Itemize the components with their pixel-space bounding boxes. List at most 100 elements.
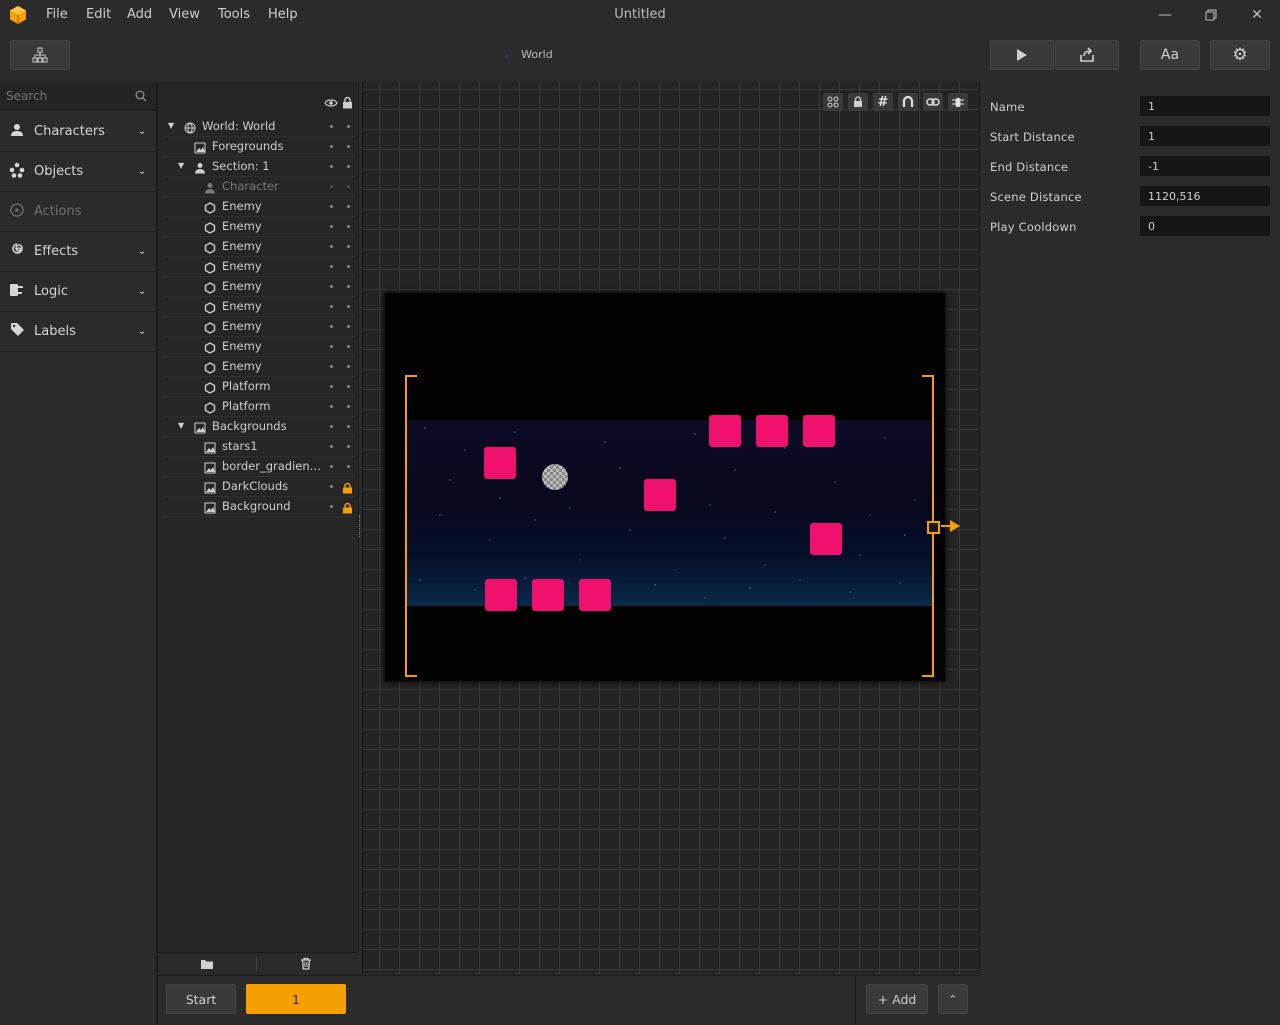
hierarchy-row[interactable]: DarkClouds (162, 476, 354, 497)
enemy-sprite[interactable] (644, 479, 676, 511)
arrow-right-icon[interactable] (941, 519, 961, 533)
hierarchy-row[interactable]: stars1 (162, 436, 354, 457)
hierarchy-row[interactable]: Background (162, 496, 354, 517)
visibility-dot[interactable] (330, 145, 333, 148)
hierarchy-row[interactable]: ▼ Section: 1 (162, 156, 354, 177)
hierarchy-row[interactable]: Enemy (162, 336, 354, 357)
expand-arrow-icon[interactable]: ▼ (178, 156, 184, 176)
visibility-dot[interactable] (330, 345, 333, 348)
lock-dot[interactable] (347, 305, 350, 308)
section-resize-handle[interactable] (927, 521, 940, 534)
visibility-dot[interactable] (330, 325, 333, 328)
hierarchy-row[interactable]: Platform (162, 376, 354, 397)
font-button[interactable]: Aa (1140, 40, 1200, 70)
lock-tool-icon[interactable] (848, 93, 868, 111)
visibility-dot[interactable] (330, 285, 333, 288)
lock-dot[interactable] (347, 285, 350, 288)
visibility-dot[interactable] (330, 365, 333, 368)
debug-icon[interactable] (948, 93, 968, 111)
platform-sprite[interactable] (532, 579, 564, 611)
hierarchy-toggle-button[interactable] (10, 40, 70, 70)
property-field-play-cooldown[interactable] (1140, 216, 1270, 236)
trash-icon[interactable] (300, 957, 312, 970)
lock-icon[interactable] (342, 480, 354, 494)
hierarchy-row[interactable]: Enemy (162, 356, 354, 377)
section-start-bracket[interactable] (405, 375, 417, 677)
lock-dot[interactable] (347, 265, 350, 268)
category-logic[interactable]: Logic ⌄ (0, 272, 156, 312)
magnet-icon[interactable] (898, 93, 918, 111)
hierarchy-row[interactable]: Enemy (162, 296, 354, 317)
lock-dot[interactable] (347, 445, 350, 448)
visibility-dot[interactable] (330, 265, 333, 268)
search-input[interactable] (6, 88, 126, 104)
hierarchy-row[interactable]: border_gradien… (162, 456, 354, 477)
hierarchy-row[interactable]: Platform (162, 396, 354, 417)
select-tool-icon[interactable] (823, 93, 843, 111)
visibility-dot[interactable] (330, 505, 333, 508)
splitter-handle[interactable] (359, 515, 363, 537)
lock-dot[interactable] (347, 465, 350, 468)
visibility-dot[interactable] (330, 225, 333, 228)
lock-dot[interactable] (347, 205, 350, 208)
visibility-dot[interactable] (330, 245, 333, 248)
lock-dot[interactable] (347, 185, 350, 188)
lock-dot[interactable] (347, 325, 350, 328)
property-field-name[interactable] (1140, 96, 1270, 116)
lock-dot[interactable] (347, 365, 350, 368)
lock-dot[interactable] (347, 145, 350, 148)
grid-icon[interactable]: # (873, 93, 893, 111)
section-1-button[interactable]: 1 (246, 984, 346, 1014)
hierarchy-row[interactable]: ▼ Backgrounds (162, 416, 354, 437)
settings-button[interactable]: ⚙ (1210, 40, 1270, 70)
enemy-sprite[interactable] (756, 415, 788, 447)
hierarchy-row[interactable]: Enemy (162, 196, 354, 217)
play-button[interactable] (990, 40, 1054, 70)
visibility-dot[interactable] (330, 125, 333, 128)
property-field-end-distance[interactable] (1140, 156, 1270, 176)
hierarchy-row[interactable]: Foregrounds (162, 136, 354, 157)
search-icon[interactable] (135, 90, 147, 102)
visibility-dot[interactable] (330, 205, 333, 208)
category-characters[interactable]: Characters ⌄ (0, 112, 156, 152)
lock-dot[interactable] (347, 345, 350, 348)
hierarchy-row[interactable]: Enemy (162, 276, 354, 297)
expand-arrow-icon[interactable]: ▼ (168, 116, 174, 136)
lock-dot[interactable] (347, 245, 350, 248)
lock-icon[interactable] (342, 96, 353, 109)
add-section-button[interactable]: + Add (866, 984, 928, 1014)
restore-icon[interactable] (1188, 0, 1234, 30)
visibility-dot[interactable] (330, 185, 333, 188)
eye-icon[interactable] (324, 97, 338, 109)
visibility-dot[interactable] (330, 385, 333, 388)
visibility-dot[interactable] (330, 485, 333, 488)
character-sprite[interactable] (541, 463, 569, 491)
platform-sprite[interactable] (579, 579, 611, 611)
property-field-scene-distance[interactable] (1140, 186, 1270, 206)
platform-sprite[interactable] (485, 579, 517, 611)
folder-icon[interactable] (200, 958, 214, 970)
enemy-sprite[interactable] (484, 447, 516, 479)
enemy-sprite[interactable] (709, 415, 741, 447)
lock-dot[interactable] (347, 225, 350, 228)
hierarchy-row[interactable]: ▼ World: World (162, 116, 354, 137)
visibility-dot[interactable] (330, 165, 333, 168)
lock-dot[interactable] (347, 405, 350, 408)
lock-dot[interactable] (347, 425, 350, 428)
minimize-icon[interactable]: — (1142, 0, 1188, 30)
property-field-start-distance[interactable] (1140, 126, 1270, 146)
link-icon[interactable] (923, 93, 943, 111)
lock-dot[interactable] (347, 385, 350, 388)
breadcrumb[interactable]: ▶ World (505, 47, 553, 63)
visibility-dot[interactable] (330, 465, 333, 468)
category-objects[interactable]: Objects ⌄ (0, 152, 156, 192)
visibility-dot[interactable] (330, 405, 333, 408)
hierarchy-row[interactable]: Character (162, 176, 354, 197)
category-effects[interactable]: Effects ⌄ (0, 232, 156, 272)
expand-arrow-icon[interactable]: ▼ (178, 416, 184, 436)
expand-up-button[interactable]: ⌃ (938, 984, 968, 1014)
lock-dot[interactable] (347, 165, 350, 168)
hierarchy-row[interactable]: Enemy (162, 216, 354, 237)
visibility-dot[interactable] (330, 425, 333, 428)
start-section-button[interactable]: Start (166, 984, 236, 1014)
